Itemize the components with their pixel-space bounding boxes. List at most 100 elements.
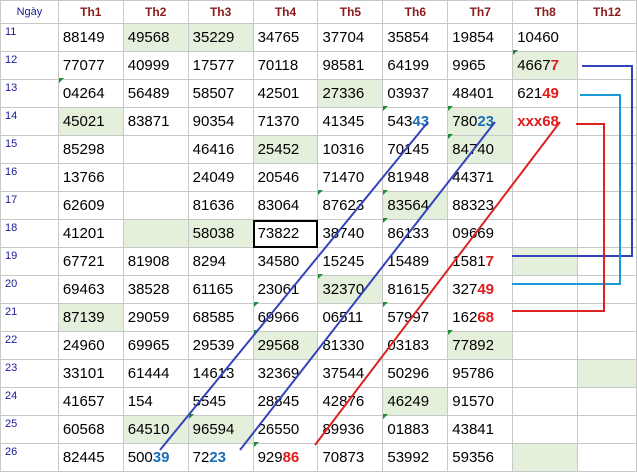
number-cell[interactable]: 03937 bbox=[382, 79, 449, 108]
number-cell[interactable]: 42501 bbox=[252, 79, 319, 108]
number-cell[interactable]: 15489 bbox=[382, 247, 449, 276]
number-cell[interactable]: 69463 bbox=[57, 275, 124, 304]
number-cell[interactable]: 98581 bbox=[317, 51, 384, 80]
number-cell[interactable] bbox=[577, 247, 637, 276]
number-cell[interactable]: 50296 bbox=[382, 359, 449, 388]
number-cell[interactable]: 14613 bbox=[187, 359, 254, 388]
number-cell[interactable]: 5545 bbox=[187, 387, 254, 416]
number-cell[interactable]: 87139 bbox=[57, 303, 124, 332]
number-cell[interactable] bbox=[512, 415, 579, 444]
day-cell[interactable]: 23 bbox=[0, 359, 59, 388]
column-header[interactable]: Th3 bbox=[187, 0, 254, 24]
number-cell[interactable] bbox=[577, 331, 637, 360]
number-cell[interactable]: 38740 bbox=[317, 219, 384, 248]
day-cell[interactable]: 15 bbox=[0, 135, 59, 164]
number-cell[interactable] bbox=[512, 275, 579, 304]
number-cell[interactable]: 15245 bbox=[317, 247, 384, 276]
day-cell[interactable]: 25 bbox=[0, 415, 59, 444]
number-cell[interactable]: 15817 bbox=[447, 247, 514, 276]
number-cell[interactable]: 35229 bbox=[187, 23, 254, 52]
day-cell[interactable]: 14 bbox=[0, 107, 59, 136]
number-cell[interactable]: 58507 bbox=[187, 79, 254, 108]
number-cell[interactable]: 23061 bbox=[252, 275, 319, 304]
number-cell[interactable]: 38528 bbox=[122, 275, 189, 304]
number-cell[interactable]: 50039 bbox=[122, 443, 189, 472]
number-cell[interactable]: 69965 bbox=[122, 331, 189, 360]
number-cell[interactable]: 09669 bbox=[447, 219, 514, 248]
number-cell[interactable]: 77892 bbox=[447, 331, 514, 360]
number-cell[interactable] bbox=[577, 219, 637, 248]
number-cell[interactable]: 37704 bbox=[317, 23, 384, 52]
number-cell[interactable]: 7223 bbox=[187, 443, 254, 472]
day-cell[interactable]: 24 bbox=[0, 387, 59, 416]
number-cell[interactable] bbox=[512, 247, 579, 276]
number-cell[interactable]: 87623 bbox=[317, 191, 384, 220]
number-cell[interactable]: 82445 bbox=[57, 443, 124, 472]
number-cell[interactable]: 89936 bbox=[317, 415, 384, 444]
number-cell[interactable]: 91570 bbox=[447, 387, 514, 416]
number-cell[interactable]: 40999 bbox=[122, 51, 189, 80]
number-cell[interactable] bbox=[512, 443, 579, 472]
number-cell[interactable]: 32369 bbox=[252, 359, 319, 388]
number-cell[interactable]: 69966 bbox=[252, 303, 319, 332]
number-cell[interactable]: 154 bbox=[122, 387, 189, 416]
day-cell[interactable]: 16 bbox=[0, 163, 59, 192]
number-cell[interactable]: 9965 bbox=[447, 51, 514, 80]
number-cell[interactable]: 41345 bbox=[317, 107, 384, 136]
column-header[interactable]: Th1 bbox=[57, 0, 124, 24]
number-cell[interactable]: xxx68 bbox=[512, 107, 579, 136]
number-cell[interactable]: 37544 bbox=[317, 359, 384, 388]
number-cell[interactable]: 46677 bbox=[512, 51, 579, 80]
column-header[interactable]: Th2 bbox=[122, 0, 189, 24]
number-cell[interactable]: 70118 bbox=[252, 51, 319, 80]
number-cell[interactable]: 33101 bbox=[57, 359, 124, 388]
number-cell[interactable]: 19854 bbox=[447, 23, 514, 52]
number-cell[interactable] bbox=[512, 163, 579, 192]
number-cell[interactable] bbox=[577, 415, 637, 444]
number-cell[interactable]: 62609 bbox=[57, 191, 124, 220]
number-cell[interactable]: 03183 bbox=[382, 331, 449, 360]
number-cell[interactable]: 29059 bbox=[122, 303, 189, 332]
number-cell[interactable] bbox=[512, 135, 579, 164]
number-cell[interactable]: 61444 bbox=[122, 359, 189, 388]
number-cell[interactable]: 48401 bbox=[447, 79, 514, 108]
number-cell[interactable] bbox=[512, 359, 579, 388]
number-cell[interactable]: 34580 bbox=[252, 247, 319, 276]
number-cell[interactable]: 95786 bbox=[447, 359, 514, 388]
number-cell[interactable]: 84740 bbox=[447, 135, 514, 164]
number-cell[interactable]: 81330 bbox=[317, 331, 384, 360]
number-cell[interactable] bbox=[577, 163, 637, 192]
number-cell[interactable]: 46249 bbox=[382, 387, 449, 416]
number-cell[interactable] bbox=[577, 107, 637, 136]
number-cell[interactable]: 24049 bbox=[187, 163, 254, 192]
number-cell[interactable]: 70873 bbox=[317, 443, 384, 472]
number-cell[interactable]: 16268 bbox=[447, 303, 514, 332]
number-cell[interactable]: 06511 bbox=[317, 303, 384, 332]
column-header[interactable]: Th12 bbox=[577, 0, 637, 24]
number-cell[interactable] bbox=[512, 303, 579, 332]
number-cell[interactable]: 29568 bbox=[252, 331, 319, 360]
number-cell[interactable]: 53992 bbox=[382, 443, 449, 472]
number-cell[interactable]: 13766 bbox=[57, 163, 124, 192]
number-cell[interactable] bbox=[577, 443, 637, 472]
number-cell[interactable]: 34765 bbox=[252, 23, 319, 52]
number-cell[interactable]: 32749 bbox=[447, 275, 514, 304]
number-cell[interactable]: 64510 bbox=[122, 415, 189, 444]
number-cell[interactable]: 61165 bbox=[187, 275, 254, 304]
number-cell[interactable] bbox=[577, 359, 637, 388]
number-cell[interactable] bbox=[512, 331, 579, 360]
number-cell[interactable] bbox=[577, 387, 637, 416]
number-cell[interactable]: 41201 bbox=[57, 219, 124, 248]
day-cell[interactable]: 20 bbox=[0, 275, 59, 304]
number-cell[interactable] bbox=[122, 135, 189, 164]
number-cell[interactable]: 25452 bbox=[252, 135, 319, 164]
number-cell[interactable] bbox=[577, 51, 637, 80]
number-cell[interactable] bbox=[577, 303, 637, 332]
day-cell[interactable]: 12 bbox=[0, 51, 59, 80]
number-cell[interactable]: 28845 bbox=[252, 387, 319, 416]
column-header[interactable]: Th7 bbox=[447, 0, 514, 24]
number-cell[interactable]: 81615 bbox=[382, 275, 449, 304]
number-cell[interactable]: 43841 bbox=[447, 415, 514, 444]
number-cell[interactable]: 71470 bbox=[317, 163, 384, 192]
number-cell[interactable]: 70145 bbox=[382, 135, 449, 164]
